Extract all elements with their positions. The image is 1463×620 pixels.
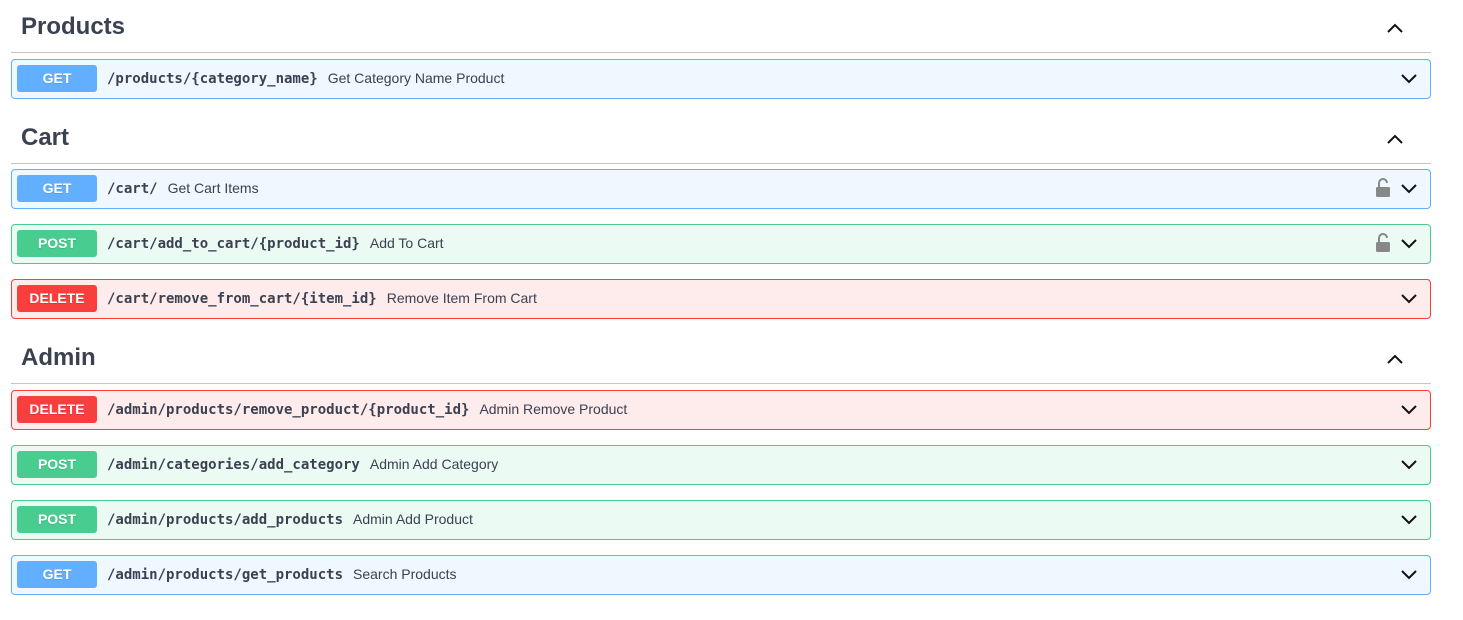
operation-path: /cart/add_to_cart/{product_id} Add To Car… <box>107 235 444 252</box>
section-admin: Admin <box>0 331 1463 384</box>
operation-path: /products/{category_name} Get Category Na… <box>107 70 504 87</box>
chevron-up-icon[interactable] <box>1383 127 1407 151</box>
operation-path: /cart/Get Cart Items <box>107 180 259 197</box>
section-cart: Cart <box>0 111 1463 164</box>
method-badge: GET <box>17 561 97 588</box>
chevron-down-icon[interactable] <box>1399 454 1419 474</box>
operation-path: /admin/products/get_products Search Produ… <box>107 566 457 583</box>
method-badge: GET <box>17 175 97 202</box>
section-title: Cart <box>21 124 70 151</box>
operation-delete-admin-remove-product[interactable]: DELETE /admin/products/remove_product/{p… <box>11 390 1431 430</box>
method-badge: DELETE <box>17 396 97 423</box>
method-badge: DELETE <box>17 285 97 312</box>
chevron-down-icon[interactable] <box>1399 233 1419 253</box>
chevron-down-icon[interactable] <box>1399 509 1419 529</box>
method-badge: GET <box>17 65 97 92</box>
operation-get-cart[interactable]: GET /cart/Get Cart Items <box>11 169 1431 209</box>
operation-post-admin-add-products[interactable]: POST /admin/products/add_products Admin A… <box>11 500 1431 540</box>
method-badge: POST <box>17 506 97 533</box>
path-text: /products/{category_name} <box>107 71 318 87</box>
chevron-up-icon[interactable] <box>1383 16 1407 40</box>
method-badge: POST <box>17 230 97 257</box>
operation-get-products-category[interactable]: GET /products/{category_name} Get Categor… <box>11 59 1431 99</box>
operation-path: /cart/remove_from_cart/{item_id} Remove I… <box>107 290 537 307</box>
unlocked-padlock-icon[interactable] <box>1374 178 1392 198</box>
operation-summary: Remove Item From Cart <box>386 290 537 306</box>
operation-path: /admin/categories/add_category Admin Add … <box>107 456 498 473</box>
operation-summary: Get Category Name Product <box>327 70 505 86</box>
operation-summary: Admin Add Category <box>369 456 499 472</box>
section-header-admin[interactable]: Admin <box>11 331 1431 384</box>
operation-summary: Admin Remove Product <box>479 401 628 417</box>
path-text: /cart/add_to_cart/{product_id} <box>107 236 360 252</box>
path-text: /admin/products/add_products <box>107 512 344 528</box>
operation-path: /admin/products/remove_product/{product_… <box>107 401 627 418</box>
unlocked-padlock-icon[interactable] <box>1374 233 1392 253</box>
operation-summary: Admin Add Product <box>353 511 473 527</box>
operation-post-admin-add-category[interactable]: POST /admin/categories/add_category Admin… <box>11 445 1431 485</box>
chevron-down-icon[interactable] <box>1399 564 1419 584</box>
swagger-operations-list: Products GET /products/{category_name} Ge… <box>0 0 1463 620</box>
chevron-down-icon[interactable] <box>1399 68 1419 88</box>
chevron-down-icon[interactable] <box>1399 288 1419 308</box>
path-text: /cart/remove_from_cart/{item_id} <box>107 291 377 307</box>
section-header-cart[interactable]: Cart <box>11 111 1431 164</box>
section-header-products[interactable]: Products <box>11 0 1431 53</box>
operation-delete-remove-from-cart[interactable]: DELETE /cart/remove_from_cart/{item_id} R… <box>11 279 1431 319</box>
chevron-up-icon[interactable] <box>1383 347 1407 371</box>
operation-summary: Get Cart Items <box>167 180 259 196</box>
path-text: /admin/categories/add_category <box>107 457 360 473</box>
path-text: /admin/products/get_products <box>107 567 344 583</box>
chevron-down-icon[interactable] <box>1399 178 1419 198</box>
operation-summary: Search Products <box>353 566 457 582</box>
operation-post-add-to-cart[interactable]: POST /cart/add_to_cart/{product_id} Add T… <box>11 224 1431 264</box>
section-products: Products <box>0 0 1463 53</box>
method-badge: POST <box>17 451 97 478</box>
operation-get-admin-products[interactable]: GET /admin/products/get_products Search P… <box>11 555 1431 595</box>
path-text: /admin/products/remove_product/{product_… <box>107 402 470 418</box>
operation-path: /admin/products/add_products Admin Add Pr… <box>107 511 473 528</box>
section-title: Admin <box>21 344 96 371</box>
operation-summary: Add To Cart <box>369 235 444 251</box>
chevron-down-icon[interactable] <box>1399 399 1419 419</box>
section-title: Products <box>21 13 126 40</box>
path-text: /cart/ <box>107 181 158 197</box>
